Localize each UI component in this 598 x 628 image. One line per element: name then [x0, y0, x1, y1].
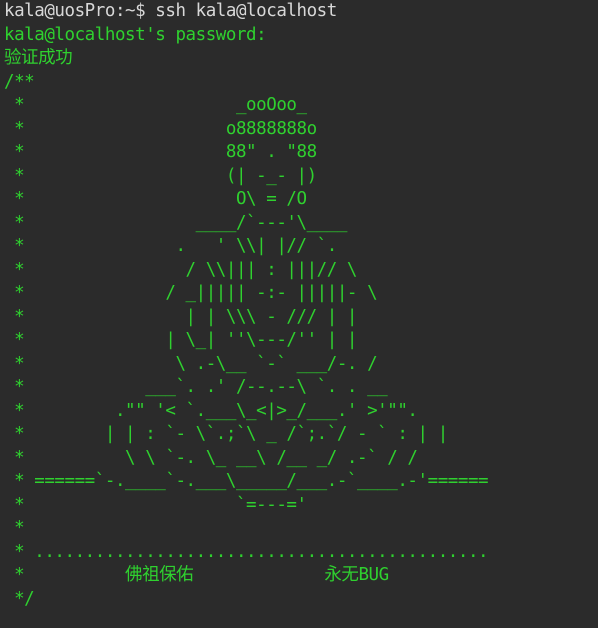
banner-line: * / _||||| -:- |||||- \ [4, 283, 378, 303]
banner-line: * | | : `- \`.;`\ _ /`;.`/ - ` : | | [4, 424, 448, 444]
auth-success-message: 验证成功 [4, 48, 73, 68]
banner-line: * ======`-.____`-.___\_____/___.-`____.-… [4, 471, 489, 491]
banner-line: * _ooOoo_ [4, 95, 307, 115]
banner-line: * (| -_- |) [4, 165, 317, 186]
banner-line: * \ \ `-. \_ __\ /__ _/ .-` / / [4, 447, 418, 468]
banner-line: * \ .-\__ `-` ___/-. / [4, 353, 378, 374]
banner-line: * O\ = /O [4, 189, 307, 209]
banner-line: * ____/`---'\____ [4, 212, 347, 233]
banner-line: * `=---=' [4, 494, 307, 515]
banner-line: * | \_| ''\---/'' | | [4, 330, 358, 350]
banner-line: * ___`. .' /--.--\ `. . __ [4, 377, 388, 397]
banner-line: * 88" . "88 [4, 142, 317, 162]
shell-prompt-command: kala@uosPro:~$ ssh kala@localhost [4, 1, 337, 21]
banner-line: * . ' \\| |// `. [4, 236, 337, 256]
terminal-window[interactable]: kala@uosPro:~$ ssh kala@localhost kala@l… [0, 0, 598, 628]
password-prompt: kala@localhost's password: [4, 24, 267, 45]
banner-line: * | | \\\ - /// | | [4, 306, 358, 327]
banner-line: * / \\||| : |||// \ [4, 259, 358, 280]
banner-line: * [4, 518, 25, 538]
banner-line: * ."" '< `.___\_<|>_/___.' >'"". [4, 400, 418, 421]
banner-line: * o8888888o [4, 118, 317, 139]
banner-line: * ......................................… [4, 541, 489, 562]
banner-line-blessing: * 佛祖保佑 永无BUG [4, 565, 389, 585]
banner-line: /** [4, 71, 35, 92]
banner-line: */ [4, 588, 35, 609]
